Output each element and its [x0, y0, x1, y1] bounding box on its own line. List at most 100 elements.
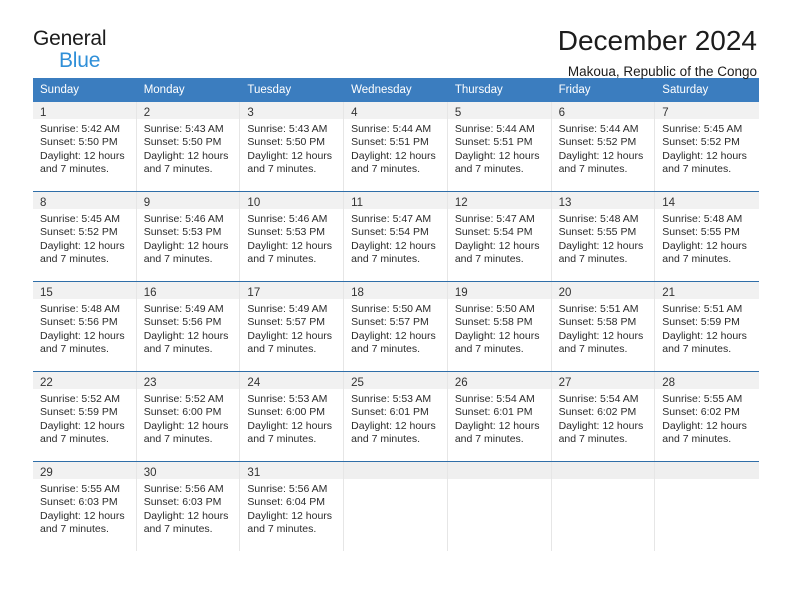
day-cell[interactable]: 5 Sunrise: 5:44 AM Sunset: 5:51 PM Daylight… [447, 102, 552, 191]
day-cell[interactable]: 3 Sunrise: 5:43 AM Sunset: 5:50 PM Daylight… [240, 102, 345, 191]
sunset-text: Sunset: 5:59 PM [40, 406, 118, 419]
sunset-text: Sunset: 5:57 PM [247, 316, 326, 329]
day-cell[interactable]: 6 Sunrise: 5:44 AM Sunset: 5:52 PM Daylight… [551, 102, 656, 191]
day-number: 3 [247, 107, 254, 119]
day-number-bar: 10 [240, 192, 344, 209]
day-number: 23 [143, 377, 157, 389]
day-cell[interactable]: 11 Sunrise: 5:47 AM Sunset: 5:54 PM Dayligh… [344, 192, 448, 281]
daylight-text: Daylight: 12 hours and 7 minutes. [662, 419, 747, 446]
day-cell[interactable]: 14 Sunrise: 5:48 AM Sunset: 5:55 PM Dayligh… [655, 192, 759, 281]
page-subtitle: Makoua, Republic of the Congo [567, 64, 757, 80]
sunset-text: Sunset: 5:57 PM [351, 316, 429, 329]
day-cell[interactable]: 15 Sunrise: 5:48 AM Sunset: 5:56 PM Dayligh… [33, 282, 137, 371]
sunset-text: Sunset: 5:52 PM [558, 136, 637, 149]
day-cell[interactable]: 21 Sunrise: 5:51 AM Sunset: 5:59 PM Dayligh… [655, 282, 759, 371]
day-number: 13 [558, 197, 572, 209]
day-cell[interactable]: 29 Sunrise: 5:55 AM Sunset: 6:03 PM Dayligh… [33, 462, 137, 551]
day-cell[interactable]: 2 Sunrise: 5:43 AM Sunset: 5:50 PM Daylight… [136, 102, 241, 191]
day-number-bar: 3 [240, 102, 344, 119]
day-cell[interactable]: 20 Sunrise: 5:51 AM Sunset: 5:58 PM Dayligh… [551, 282, 656, 371]
daylight-text: Daylight: 12 hours and 7 minutes. [558, 419, 644, 446]
sunset-text: Sunset: 5:51 PM [454, 136, 533, 149]
sunrise-text: Sunrise: 5:56 AM [143, 483, 224, 495]
day-cell[interactable]: 4 Sunrise: 5:44 AM Sunset: 5:51 PM Daylight… [344, 102, 448, 191]
day-cell-empty [655, 462, 759, 551]
day-cell[interactable]: 30 Sunrise: 5:56 AM Sunset: 6:03 PM Dayligh… [136, 462, 241, 551]
sunrise-text: Sunrise: 5:49 AM [247, 303, 328, 315]
day-number-bar [551, 462, 655, 479]
day-details: Sunrise: 5:48 AM Sunset: 5:55 PM Daylight:… [552, 209, 655, 273]
day-cell[interactable]: 8 Sunrise: 5:45 AM Sunset: 5:52 PM Daylight… [33, 192, 137, 281]
day-cell[interactable]: 18 Sunrise: 5:50 AM Sunset: 5:57 PM Dayligh… [344, 282, 448, 371]
daylight-text: Daylight: 12 hours and 7 minutes. [558, 239, 644, 266]
weekday-header-tuesday: Tuesday [247, 84, 292, 96]
week-row: 29 Sunrise: 5:55 AM Sunset: 6:03 PM Dayligh… [33, 461, 759, 551]
day-cell[interactable]: 1 Sunrise: 5:42 AM Sunset: 5:50 PM Daylight… [33, 102, 137, 191]
day-number: 18 [351, 287, 364, 299]
day-cell[interactable]: 28 Sunrise: 5:55 AM Sunset: 6:02 PM Dayligh… [655, 372, 759, 461]
day-number: 27 [558, 377, 572, 389]
day-cell[interactable]: 22 Sunrise: 5:52 AM Sunset: 5:59 PM Dayligh… [33, 372, 137, 461]
weekday-header-monday: Monday [143, 84, 185, 96]
daylight-text: Daylight: 12 hours and 7 minutes. [143, 419, 229, 446]
day-details: Sunrise: 5:45 AM Sunset: 5:52 PM Daylight:… [655, 119, 759, 183]
sunrise-text: Sunrise: 5:51 AM [662, 303, 743, 315]
day-number-bar: 24 [240, 372, 344, 389]
day-details: Sunrise: 5:48 AM Sunset: 5:56 PM Daylight:… [33, 299, 136, 363]
weekday-header-row: Sunday Monday Tuesday Wednesday Thursday… [33, 78, 759, 102]
day-details: Sunrise: 5:49 AM Sunset: 5:56 PM Daylight:… [137, 299, 240, 363]
day-details: Sunrise: 5:50 AM Sunset: 5:58 PM Daylight:… [448, 299, 551, 363]
day-details: Sunrise: 5:53 AM Sunset: 6:00 PM Daylight:… [240, 389, 343, 453]
day-cell[interactable]: 25 Sunrise: 5:53 AM Sunset: 6:01 PM Dayligh… [344, 372, 448, 461]
day-number: 25 [351, 377, 364, 389]
day-cell[interactable]: 23 Sunrise: 5:52 AM Sunset: 6:00 PM Dayligh… [136, 372, 241, 461]
day-number-bar: 15 [33, 282, 136, 299]
daylight-text: Daylight: 12 hours and 7 minutes. [247, 239, 333, 266]
daylight-text: Daylight: 12 hours and 7 minutes. [454, 329, 540, 356]
day-number-bar: 11 [344, 192, 447, 209]
day-cell[interactable]: 9 Sunrise: 5:46 AM Sunset: 5:53 PM Daylight… [136, 192, 241, 281]
day-cell[interactable]: 31 Sunrise: 5:56 AM Sunset: 6:04 PM Dayligh… [240, 462, 345, 551]
sunrise-text: Sunrise: 5:52 AM [143, 393, 224, 405]
day-number: 26 [454, 377, 468, 389]
day-cell[interactable]: 16 Sunrise: 5:49 AM Sunset: 5:56 PM Dayligh… [136, 282, 241, 371]
sunrise-text: Sunrise: 5:45 AM [40, 213, 120, 225]
day-cell[interactable]: 24 Sunrise: 5:53 AM Sunset: 6:00 PM Dayligh… [240, 372, 345, 461]
day-number: 4 [351, 107, 358, 119]
day-number-bar: 4 [344, 102, 447, 119]
day-number-bar: 13 [551, 192, 655, 209]
day-cell[interactable]: 26 Sunrise: 5:54 AM Sunset: 6:01 PM Dayligh… [447, 372, 552, 461]
day-details: Sunrise: 5:43 AM Sunset: 5:50 PM Daylight:… [137, 119, 240, 183]
general-blue-logo[interactable]: General Blue [33, 28, 107, 71]
day-details: Sunrise: 5:51 AM Sunset: 5:58 PM Daylight:… [552, 299, 655, 363]
day-cell[interactable]: 7 Sunrise: 5:45 AM Sunset: 5:52 PM Daylight… [655, 102, 759, 191]
sunset-text: Sunset: 5:56 PM [143, 316, 222, 329]
day-details: Sunrise: 5:52 AM Sunset: 5:59 PM Daylight:… [33, 389, 136, 453]
daylight-text: Daylight: 12 hours and 7 minutes. [662, 239, 747, 266]
sunset-text: Sunset: 5:52 PM [40, 226, 118, 239]
day-number: 15 [40, 287, 53, 299]
sunset-text: Sunset: 6:01 PM [351, 406, 429, 419]
day-details: Sunrise: 5:52 AM Sunset: 6:00 PM Daylight:… [137, 389, 240, 453]
sunrise-text: Sunrise: 5:50 AM [454, 303, 535, 315]
day-number-bar: 20 [551, 282, 655, 299]
daylight-text: Daylight: 12 hours and 7 minutes. [351, 419, 436, 446]
day-number: 6 [558, 107, 565, 119]
day-details: Sunrise: 5:47 AM Sunset: 5:54 PM Daylight:… [448, 209, 551, 273]
day-number-bar: 8 [33, 192, 136, 209]
day-details: Sunrise: 5:46 AM Sunset: 5:53 PM Daylight:… [240, 209, 343, 273]
day-number: 1 [40, 107, 47, 119]
day-cell[interactable]: 12 Sunrise: 5:47 AM Sunset: 5:54 PM Dayligh… [447, 192, 552, 281]
day-details: Sunrise: 5:51 AM Sunset: 5:59 PM Daylight:… [655, 299, 759, 363]
day-cell[interactable]: 17 Sunrise: 5:49 AM Sunset: 5:57 PM Dayligh… [240, 282, 345, 371]
daylight-text: Daylight: 12 hours and 7 minutes. [351, 329, 436, 356]
day-cell[interactable]: 27 Sunrise: 5:54 AM Sunset: 6:02 PM Dayligh… [551, 372, 656, 461]
calendar-grid: Sunday Monday Tuesday Wednesday Thursday… [33, 78, 759, 551]
day-cell[interactable]: 13 Sunrise: 5:48 AM Sunset: 5:55 PM Dayligh… [551, 192, 656, 281]
sunrise-text: Sunrise: 5:48 AM [40, 303, 120, 315]
day-cell[interactable]: 19 Sunrise: 5:50 AM Sunset: 5:58 PM Dayligh… [447, 282, 552, 371]
day-number-bar [655, 462, 759, 479]
day-number: 17 [247, 287, 261, 299]
day-cell[interactable]: 10 Sunrise: 5:46 AM Sunset: 5:53 PM Dayligh… [240, 192, 345, 281]
sunset-text: Sunset: 6:02 PM [558, 406, 637, 419]
